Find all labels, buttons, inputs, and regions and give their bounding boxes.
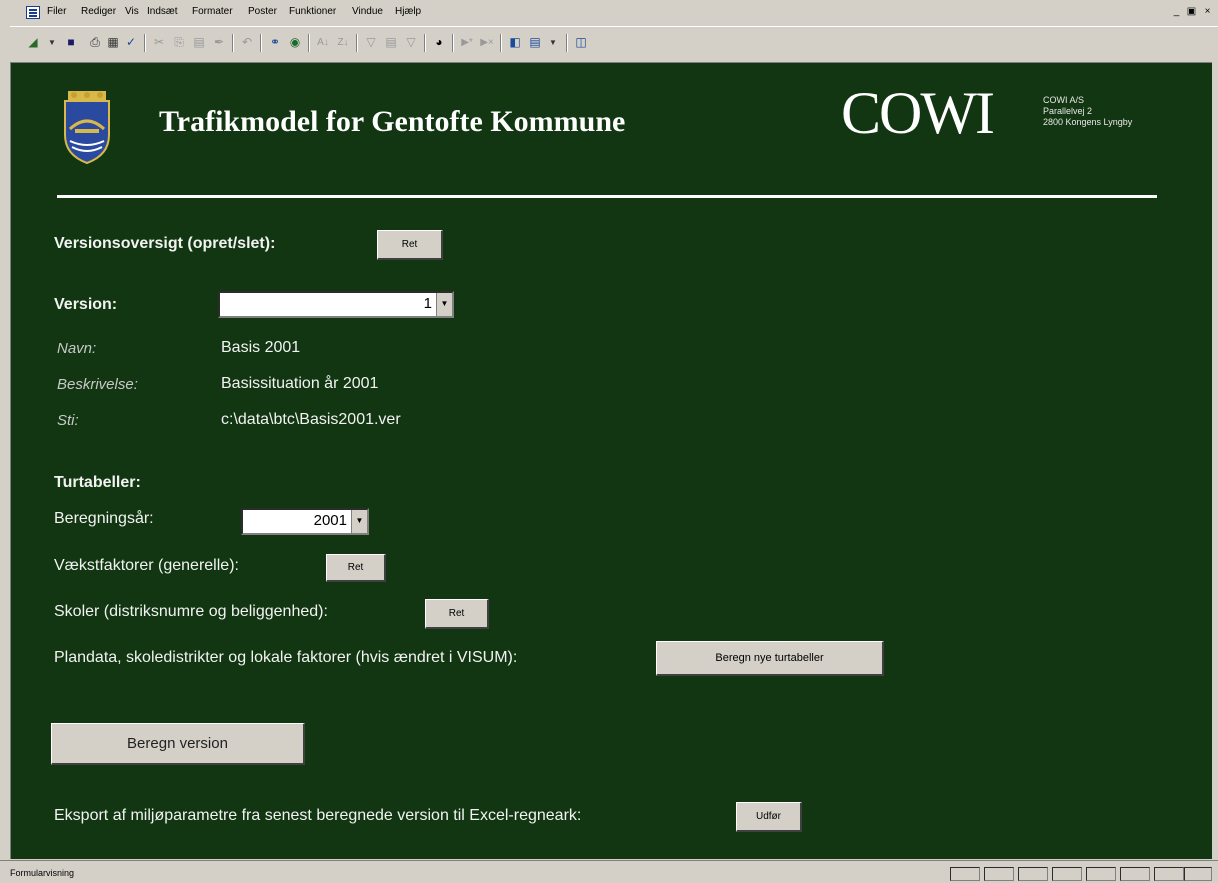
main-form: Trafikmodel for Gentofte Kommune COWI CO…: [10, 62, 1212, 859]
menu-poster[interactable]: Poster: [248, 6, 277, 17]
menu-filer[interactable]: Filer: [47, 6, 66, 17]
sort-ascending-icon[interactable]: A↓: [314, 34, 332, 51]
status-text: Formularvisning: [10, 868, 75, 878]
toolbar-separator: [566, 34, 568, 52]
close-icon[interactable]: ×: [1201, 6, 1214, 19]
path-value: c:\data\btc\Basis2001.ver: [221, 411, 401, 428]
find-icon[interactable]: ◕: [430, 34, 448, 51]
name-value: Basis 2001: [221, 339, 301, 356]
plandata-label: Plandata, skoledistrikter og lokale fakt…: [54, 649, 518, 666]
new-object-icon[interactable]: ▤: [526, 34, 544, 51]
status-bar: Formularvisning: [0, 860, 1218, 883]
company-name: COWI A/S: [1043, 95, 1085, 105]
menu-hjaelp[interactable]: Hjælp: [395, 6, 421, 17]
toolbar-separator: [356, 34, 358, 52]
print-preview-icon[interactable]: ▦: [104, 34, 122, 51]
undo-icon[interactable]: ↶: [238, 34, 256, 51]
hyperlink-icon[interactable]: ⚭: [266, 34, 284, 51]
compute-version-button[interactable]: Beregn version: [51, 723, 305, 765]
growth-factors-edit-button[interactable]: Ret: [326, 554, 386, 582]
filter-selection-icon[interactable]: ▽: [362, 34, 380, 51]
status-pane: [984, 867, 1014, 881]
name-label: Navn:: [57, 340, 97, 357]
new-record-icon[interactable]: ▶*: [458, 34, 476, 51]
menu-vindue[interactable]: Vindue: [352, 6, 383, 17]
description-value: Basissituation år 2001: [221, 375, 379, 392]
delete-record-icon[interactable]: ▶×: [478, 34, 496, 51]
format-painter-icon[interactable]: ✒: [210, 34, 228, 51]
design-view-dropdown-icon[interactable]: ▼: [43, 34, 61, 51]
restore-icon[interactable]: ▣: [1185, 6, 1198, 19]
version-select[interactable]: 1 ▼: [218, 291, 454, 318]
access-window: Filer Rediger Vis Indsæt Formater Poster…: [0, 0, 1218, 883]
menu-indsaet[interactable]: Indsæt: [147, 6, 178, 17]
status-pane: [1184, 867, 1212, 881]
toolbar-separator: [232, 34, 234, 52]
calculation-year-select[interactable]: 2001 ▼: [241, 508, 369, 535]
toolbar-separator: [260, 34, 262, 52]
export-run-button[interactable]: Udfør: [736, 802, 802, 832]
status-pane: [1154, 867, 1184, 881]
toolbar-separator: [424, 34, 426, 52]
gentofte-crest-icon: [64, 91, 110, 165]
description-label: Beskrivelse:: [57, 376, 138, 393]
company-city: 2800 Kongens Lyngby: [1043, 117, 1133, 127]
toolbar-separator: [452, 34, 454, 52]
help-icon[interactable]: ◫: [572, 34, 590, 51]
toolbar: ◢ ▼ ■ ⎙ ▦ ✓ ✂ ⎘ ▤ ✒ ↶ ⚭ ◉ A↓ Z↓ ▽ ▤ ▽ ◕ …: [10, 26, 1218, 61]
company-street: Parallelvej 2: [1043, 106, 1093, 116]
form-app-icon[interactable]: [26, 6, 40, 19]
schools-edit-button[interactable]: Ret: [425, 599, 489, 629]
menu-bar: Filer Rediger Vis Indsæt Formater Poster…: [0, 0, 1218, 24]
header-divider: [57, 195, 1157, 198]
status-pane: [1120, 867, 1150, 881]
paste-icon[interactable]: ▤: [190, 34, 208, 51]
version-overview-label: Versionsoversigt (opret/slet):: [54, 235, 276, 252]
growth-factors-label: Vækstfaktorer (generelle):: [54, 557, 239, 574]
version-select-value: 1: [423, 295, 432, 312]
compute-trip-tables-button[interactable]: Beregn nye turtabeller: [656, 641, 884, 676]
toolbar-separator: [500, 34, 502, 52]
copy-icon[interactable]: ⎘: [170, 34, 188, 51]
version-label: Version:: [54, 296, 118, 313]
chevron-down-icon[interactable]: ▼: [436, 293, 452, 316]
sort-descending-icon[interactable]: Z↓: [334, 34, 352, 51]
filter-form-icon[interactable]: ▤: [382, 34, 400, 51]
menu-vis[interactable]: Vis: [125, 6, 139, 17]
path-label: Sti:: [57, 412, 79, 429]
status-pane: [1052, 867, 1082, 881]
menu-funktioner[interactable]: Funktioner: [289, 6, 336, 17]
trip-tables-heading: Turtabeller:: [54, 474, 141, 491]
apply-filter-icon[interactable]: ▽: [402, 34, 420, 51]
status-pane: [950, 867, 980, 881]
menu-rediger[interactable]: Rediger: [81, 6, 116, 17]
schools-label: Skoler (distriksnumre og beliggenhed):: [54, 603, 328, 620]
cut-icon[interactable]: ✂: [150, 34, 168, 51]
cowi-logo: COWI: [841, 80, 995, 146]
menu-formater[interactable]: Formater: [192, 6, 233, 17]
export-label: Eksport af miljøparametre fra senest ber…: [54, 807, 582, 824]
chevron-down-icon[interactable]: ▼: [351, 510, 367, 533]
spelling-icon[interactable]: ✓: [122, 34, 140, 51]
new-object-dropdown-icon[interactable]: ▼: [544, 34, 562, 51]
version-overview-edit-button[interactable]: Ret: [377, 230, 443, 260]
web-icon[interactable]: ◉: [286, 34, 304, 51]
design-view-icon[interactable]: ◢: [24, 34, 42, 51]
calculation-year-value: 2001: [313, 512, 347, 529]
status-pane: [1018, 867, 1048, 881]
status-pane: [1086, 867, 1116, 881]
database-window-icon[interactable]: ◧: [506, 34, 524, 51]
save-icon[interactable]: ■: [62, 34, 80, 51]
minimize-icon[interactable]: _: [1170, 6, 1183, 19]
calculation-year-label: Beregningsår:: [54, 510, 154, 527]
toolbar-separator: [308, 34, 310, 52]
print-icon[interactable]: ⎙: [86, 34, 104, 51]
toolbar-separator: [144, 34, 146, 52]
page-title: Trafikmodel for Gentofte Kommune: [159, 105, 626, 138]
